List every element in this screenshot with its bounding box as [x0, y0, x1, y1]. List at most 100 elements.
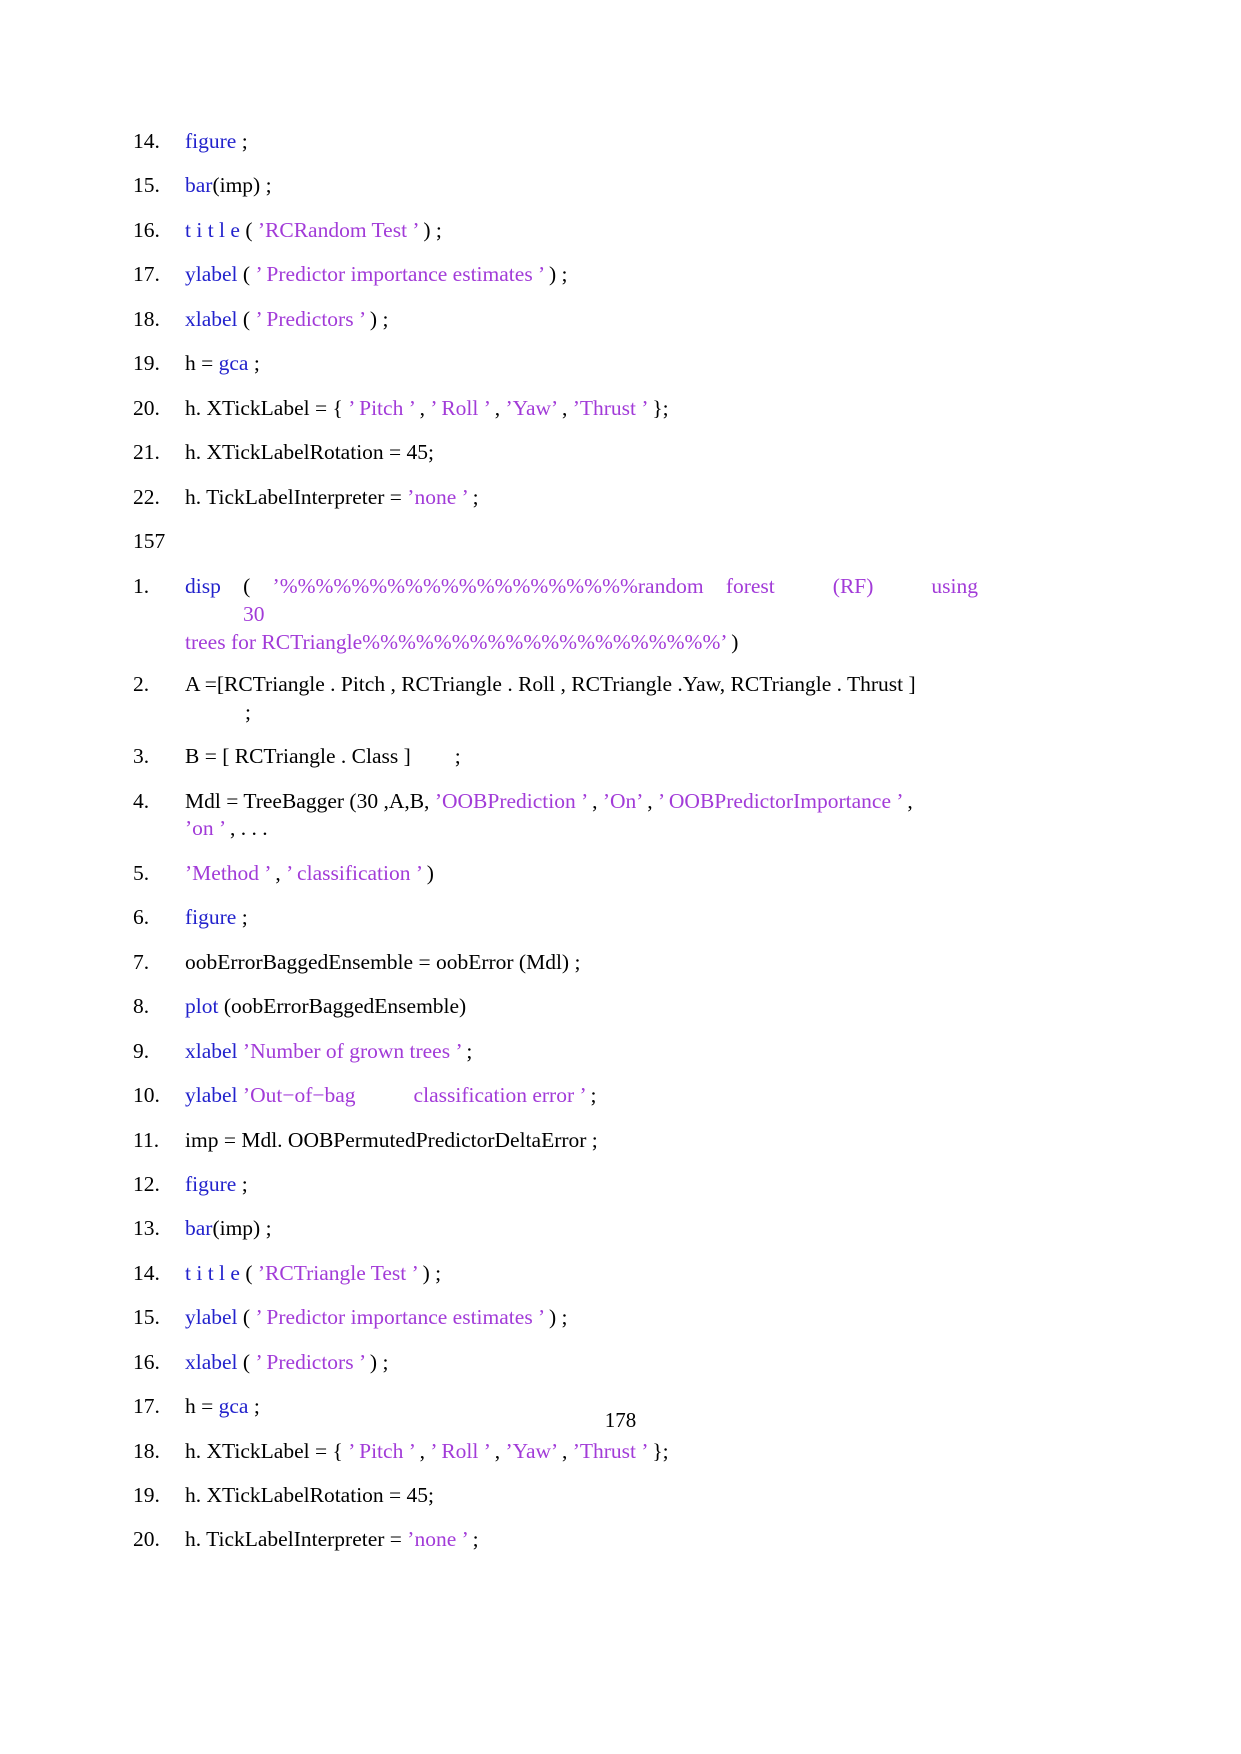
code-string: ’ Roll ’	[430, 395, 490, 420]
code-plain: (imp) ;	[212, 173, 272, 198]
code-string: ’ Predictors ’	[255, 306, 365, 331]
code-keyword: plot	[185, 994, 219, 1019]
code-plain: ;	[585, 1083, 597, 1108]
close-paren: )	[725, 629, 739, 654]
code-string: ’Thrust ’	[572, 395, 647, 420]
code-plain: Mdl = TreeBagger (30 ,A,B,	[185, 788, 435, 813]
code-line: 18. h. XTickLabel = { ’ Pitch ’ , ’ Roll …	[133, 1438, 978, 1466]
code-line: 9. xlabel ’Number of grown trees ’ ;	[133, 1038, 978, 1066]
line-number: 19.	[133, 351, 160, 376]
code-plain: ,	[586, 788, 603, 813]
code-line: 19. h = gca ;	[133, 350, 978, 378]
code-plain: ,	[489, 1438, 506, 1463]
code-string: ’ Roll ’	[430, 1438, 490, 1463]
code-plain: };	[646, 395, 669, 420]
string-word-thirty: 30	[243, 601, 265, 626]
code-plain: (	[237, 1305, 256, 1330]
code-plain: ) ;	[418, 217, 442, 242]
code-string: ’RCRandom Test ’	[257, 217, 418, 242]
line-number: 16.	[133, 1349, 160, 1374]
code-plain: ;	[461, 1038, 473, 1063]
code-line: 3. B = [ RCTriangle . Class ];	[133, 743, 978, 771]
code-string: ’ OOBPredictorImportance ’	[657, 788, 902, 813]
code-text: disp ( ’%%%%%%%%%%%%%%%%%%%%random fores…	[185, 573, 978, 657]
code-plain: ;	[236, 1171, 248, 1196]
code-text: h. XTickLabelRotation = 45;	[185, 1482, 978, 1510]
code-line: 12. figure ;	[133, 1171, 978, 1199]
code-text: figure ;	[185, 904, 978, 932]
code-text: figure ;	[185, 128, 978, 156]
code-line: 19. h. XTickLabelRotation = 45;	[133, 1482, 978, 1510]
line-number: 4.	[133, 788, 150, 813]
code-line: 7. oobErrorBaggedEnsemble = oobError (Mdl…	[133, 949, 978, 977]
line-number: 20.	[133, 1527, 160, 1552]
code-plain: h. XTickLabelRotation = 45;	[185, 440, 435, 465]
code-string: ’Yaw’	[505, 395, 557, 420]
code-text: xlabel ’Number of grown trees ’ ;	[185, 1038, 978, 1066]
line-number: 18.	[133, 306, 160, 331]
code-string: ’ Predictor importance estimates ’	[255, 1305, 544, 1330]
code-plain: )	[421, 860, 434, 885]
code-string: ’Method ’	[185, 860, 270, 885]
code-plain: ,	[901, 788, 913, 813]
code-string: ’ Pitch ’	[348, 1438, 415, 1463]
code-text: xlabel ( ’ Predictors ’ ) ;	[185, 306, 978, 334]
code-text: h. XTickLabelRotation = 45;	[185, 439, 978, 467]
code-plain: ;	[467, 484, 479, 509]
code-line-disp: 1. disp ( ’%%%%%%%%%%%%%%%%%%%%random fo…	[133, 573, 978, 657]
page-number: 178	[604, 1408, 637, 1432]
line-number: 6.	[133, 905, 150, 930]
code-plain: ,	[489, 395, 506, 420]
code-line: 10. ylabel ’Out−of−bag classification erro…	[133, 1082, 978, 1110]
code-string: ’Out−of−bag	[242, 1083, 356, 1108]
code-text: Mdl = TreeBagger (30 ,A,B, ’OOBPredictio…	[185, 788, 978, 844]
code-plain: ) ;	[543, 262, 568, 287]
code-keyword: xlabel	[185, 1349, 238, 1374]
code-text: ylabel ( ’ Predictor importance estimate…	[185, 1304, 978, 1332]
line-number: 8.	[133, 994, 150, 1019]
line-number: 16.	[133, 217, 160, 242]
line-number: 21.	[133, 440, 160, 465]
code-plain: imp = Mdl. OOBPermutedPredictorDeltaErro…	[185, 1127, 598, 1152]
section-label-row: 157	[133, 528, 978, 556]
keyword-disp: disp	[185, 573, 221, 598]
code-string: ’none ’	[407, 1527, 468, 1552]
code-plain: (oobErrorBaggedEnsemble)	[218, 994, 467, 1019]
open-paren: (	[220, 573, 273, 598]
code-plain: A =[RCTriangle . Pitch , RCTriangle . Ro…	[185, 671, 916, 696]
line-number: 5.	[133, 860, 150, 885]
code-string: ’On’	[602, 788, 642, 813]
code-string: ’ Predictor importance estimates ’	[255, 262, 544, 287]
code-line: 14. t i t l e ( ’RCTriangle Test ’ ) ;	[133, 1260, 978, 1288]
code-keyword: t i t l e	[185, 1260, 240, 1285]
line-number: 15.	[133, 173, 160, 198]
code-plain: ,	[269, 860, 287, 885]
code-string: ’none ’	[407, 484, 468, 509]
code-string: ’RCTriangle Test ’	[257, 1260, 418, 1285]
code-line: 14. figure ;	[133, 128, 978, 156]
code-line: 16. xlabel ( ’ Predictors ’ ) ;	[133, 1349, 978, 1377]
code-plain: ,	[641, 788, 658, 813]
code-keyword: xlabel	[185, 1038, 238, 1063]
code-plain: ;	[467, 1527, 479, 1552]
code-plain: h =	[185, 351, 219, 376]
code-line: 6. figure ;	[133, 904, 978, 932]
code-plain: h. XTickLabel = {	[185, 1438, 349, 1463]
code-text: t i t l e ( ’RCRandom Test ’ ) ;	[185, 217, 978, 245]
code-line: 8. plot (oobErrorBaggedEnsemble)	[133, 993, 978, 1021]
line-number: 11.	[133, 1127, 160, 1152]
line-number: 20.	[133, 395, 160, 420]
code-plain: h. TickLabelInterpreter =	[185, 1527, 408, 1552]
line-number: 19.	[133, 1483, 160, 1507]
code-statement-terminator: ;	[245, 699, 251, 724]
line-number: 14.	[133, 129, 160, 153]
line-number: 14.	[133, 1260, 160, 1285]
code-keyword: ylabel	[185, 262, 238, 287]
code-string: ’OOBPrediction ’	[434, 788, 587, 813]
code-plain: ) ;	[543, 1305, 568, 1330]
document-page: 14. figure ; 15. bar(imp) ; 16. t i t l e ( ’…	[0, 0, 1241, 1754]
code-text: imp = Mdl. OOBPermutedPredictorDeltaErro…	[185, 1127, 978, 1155]
line-number: 17.	[133, 262, 160, 287]
line-number: 13.	[133, 1216, 160, 1241]
line-number: 3.	[133, 744, 150, 769]
